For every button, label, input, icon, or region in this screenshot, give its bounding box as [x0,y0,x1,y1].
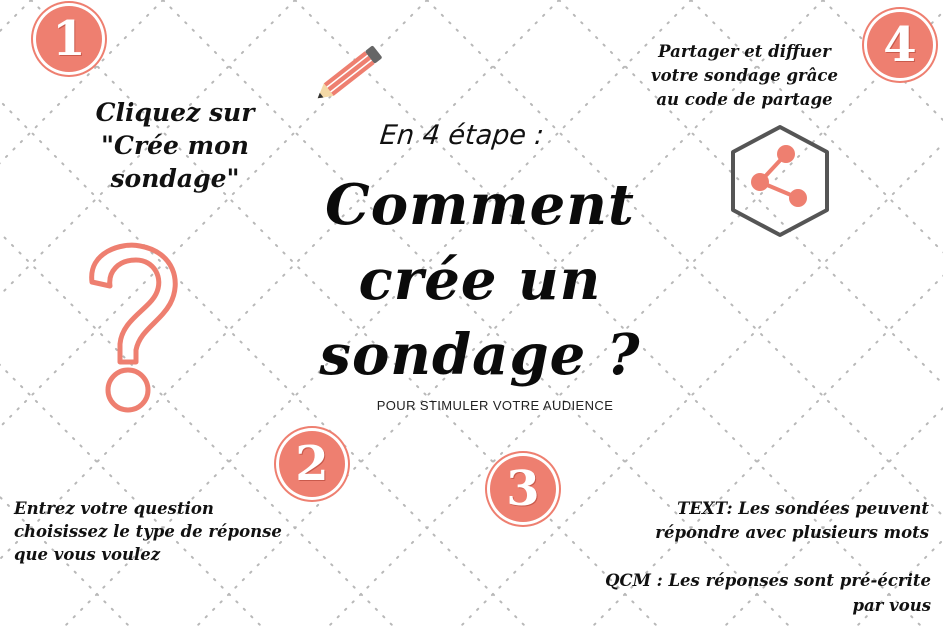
title-line-2: crée un [358,247,602,313]
step-2-badge: 2 [279,431,345,497]
pencil-icon [317,45,382,99]
step-4-line-3: au code de partage [656,90,833,109]
step-2-text: Entrez votre question choisissez le type… [14,497,374,566]
step-3-qcm-line-1: QCM : Les réponses sont pré-écrite [511,568,931,593]
step-1-line-3: sondage" [110,164,240,193]
step-3-text-line-1: TEXT: Les sondées peuvent [529,497,929,521]
step-3-text-option: TEXT: Les sondées peuvent répondre avec … [529,497,929,545]
title-line-1: Comment [325,172,635,238]
step-1-text: Cliquez sur "Crée mon sondage" [60,96,290,195]
main-title: Comment crée un sondage ? [270,168,690,393]
text-keyword: TEXT [677,499,727,518]
tagline: POUR STIMULER VOTRE AUDIENCE [376,398,614,413]
step-2-line-1: Entrez votre question [14,499,214,518]
step-4-number: 4 [883,17,917,73]
step-3-qcm-option: QCM : Les réponses sont pré-écrite par v… [511,568,931,618]
subtitle: En 4 étape : [378,120,546,151]
step-1-number: 1 [52,11,86,67]
share-hexagon-icon [731,125,829,237]
step-1-line-1: Cliquez sur [95,98,255,127]
step-4-text: Partager et diffuer votre sondage grâce … [612,40,877,112]
step-1-badge: 1 [36,6,102,72]
text-description: : Les sondées peuvent [726,499,929,518]
step-4-line-2: votre sondage grâce [651,66,838,85]
question-mark-icon [89,242,178,413]
step-2-line-3: que vous voulez [14,545,161,564]
step-3-qcm-line-2: par vous [852,596,931,615]
step-3-text-line-2: répondre avec plusieurs mots [655,523,929,542]
title-line-3: sondage ? [319,322,641,388]
step-4-line-1: Partager et diffuer [658,42,831,61]
step-2-number: 2 [295,436,329,492]
step-1-line-2: "Crée mon [101,131,249,160]
step-2-line-2: choisissez le type de réponse [14,522,282,541]
qcm-keyword: QCM [605,571,651,590]
qcm-description: : Les réponses sont pré-écrite [650,571,931,590]
